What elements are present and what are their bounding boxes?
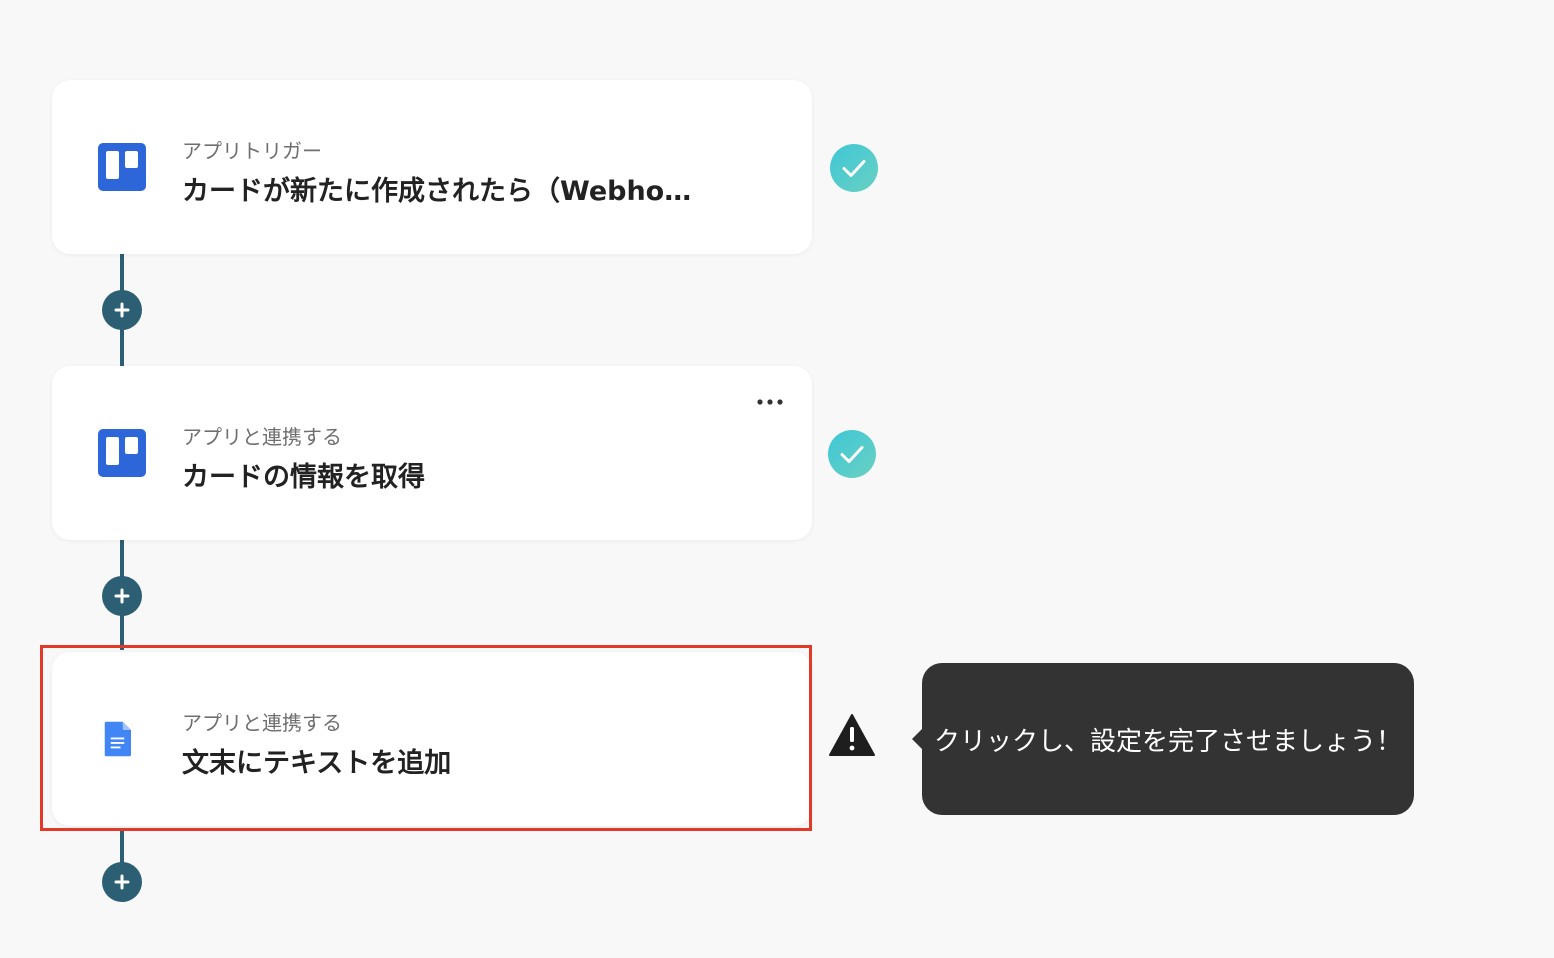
plus-icon (114, 302, 130, 318)
check-complete-icon (828, 430, 876, 478)
tooltip-text: クリックし、設定を完了させましょう！ (933, 726, 1402, 757)
check-complete-icon (830, 144, 878, 192)
step-type-label: アプリと連携する (182, 425, 342, 449)
step-title: カードの情報を取得 (182, 462, 425, 493)
setup-tooltip: クリックし、設定を完了させましょう！ (912, 663, 1414, 815)
plus-icon (114, 874, 130, 890)
trello-icon (98, 429, 146, 477)
step-type-label: アプリトリガー (182, 139, 322, 163)
add-step-button[interactable] (102, 290, 142, 330)
flow-step-card[interactable]: アプリと連携する 文末にテキストを追加 (52, 652, 812, 826)
plus-icon (114, 588, 130, 604)
flow-step-card[interactable]: アプリと連携する カードの情報を取得 (52, 366, 812, 540)
step-type-label: アプリと連携する (182, 711, 342, 735)
step-title: カードが新たに作成されたら（Webho… (182, 176, 692, 207)
more-options-button[interactable] (752, 390, 788, 414)
more-horizontal-icon (757, 399, 783, 405)
add-step-button[interactable] (102, 576, 142, 616)
google-docs-icon (104, 721, 131, 757)
add-step-button[interactable] (102, 862, 142, 902)
flow-step-card[interactable]: アプリトリガー カードが新たに作成されたら（Webho… (52, 80, 812, 254)
warning-icon (829, 714, 875, 756)
trello-icon (98, 143, 146, 191)
step-title: 文末にテキストを追加 (182, 748, 452, 779)
